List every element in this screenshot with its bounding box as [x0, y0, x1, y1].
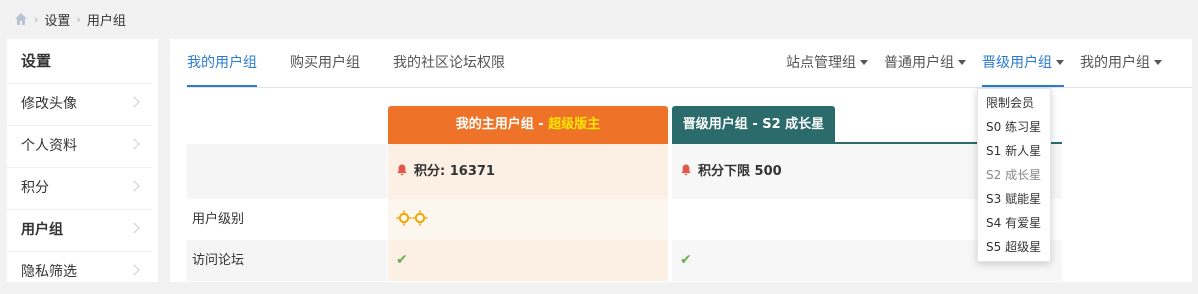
dropdown-item-s3[interactable]: S3 赋能星	[978, 187, 1050, 211]
caret-down-icon	[958, 60, 966, 65]
check-icon: ✔	[396, 252, 408, 268]
sidebar-item-profile[interactable]: 个人资料	[7, 126, 152, 168]
sidebar-title: 设置	[7, 39, 152, 84]
chevron-right-icon	[128, 96, 140, 108]
breadcrumb-settings[interactable]: 设置	[44, 10, 70, 29]
chevron-right-icon	[128, 138, 140, 150]
dropdown-item-s5[interactable]: S5 超级星	[978, 235, 1050, 259]
dropdown-item-s0[interactable]: S0 练习星	[978, 115, 1050, 139]
breadcrumb-separator: ›	[34, 12, 39, 26]
sidebar-item-points[interactable]: 积分	[7, 168, 152, 210]
my-group-name: 超级版主	[548, 117, 601, 132]
dropdown-item-s1[interactable]: S1 新人星	[978, 139, 1050, 163]
sidebar-item-label: 修改头像	[21, 96, 77, 112]
settings-sidebar: 设置 修改头像 个人资料 积分 用户组 隐私筛选	[7, 39, 158, 294]
check-icon: ✔	[680, 252, 692, 268]
my-group-column: 我的主用户组 - 超级版主 积分: 16371 ✔	[388, 106, 668, 282]
breadcrumb-user-group: 用户组	[86, 13, 126, 29]
breadcrumb: › 设置 › 用户组	[14, 9, 126, 29]
home-icon[interactable]	[14, 12, 28, 26]
tab-forum-permissions[interactable]: 我的社区论坛权限	[393, 39, 505, 87]
moon-icon	[683, 212, 689, 224]
row-label-column: 用户级别 访问论坛	[187, 144, 387, 282]
promotion-group-header: 晋级用户组 - S2 成长星	[672, 106, 835, 144]
my-score-text: 积分: 16371	[414, 164, 495, 179]
caret-down-icon	[860, 60, 868, 65]
my-group-header: 我的主用户组 - 超级版主	[388, 106, 668, 144]
dropdown-item-s4[interactable]: S4 有爱星	[978, 211, 1050, 235]
sidebar-item-avatar[interactable]: 修改头像	[7, 84, 152, 126]
my-score-cell: 积分: 16371	[388, 144, 668, 199]
promotion-group-dropdown: 限制会员 S0 练习星 S1 新人星 S2 成长星 S3 赋能星 S4 有爱星 …	[977, 88, 1051, 262]
caret-down-icon	[1056, 60, 1064, 65]
group-menu-promotion[interactable]: 晋级用户组	[982, 39, 1064, 87]
breadcrumb-separator: ›	[76, 12, 81, 26]
group-menu-label: 我的用户组	[1080, 55, 1150, 71]
dropdown-item-restricted[interactable]: 限制会员	[978, 91, 1050, 115]
promotion-score-text: 积分下限 500	[698, 164, 782, 179]
group-menu-label: 晋级用户组	[982, 55, 1052, 71]
sidebar-item-label: 个人资料	[21, 138, 77, 154]
chevron-right-icon	[128, 180, 140, 192]
group-menu-label: 站点管理组	[786, 55, 856, 71]
sidebar-item-user-group[interactable]: 用户组	[7, 210, 152, 252]
bell-icon	[397, 164, 407, 176]
my-level-cell	[388, 199, 668, 240]
group-menu-bar: 站点管理组 普通用户组 晋级用户组 我的用户组	[770, 39, 1162, 87]
tab-buy-groups[interactable]: 购买用户组	[290, 39, 360, 87]
group-menu-normal[interactable]: 普通用户组	[884, 39, 966, 87]
tab-bar: 我的用户组 购买用户组 我的社区论坛权限	[187, 39, 538, 87]
my-group-header-prefix: 我的主用户组 -	[455, 117, 549, 132]
row-label-user-level: 用户级别	[192, 212, 245, 227]
caret-down-icon	[1154, 60, 1162, 65]
group-menu-label: 普通用户组	[884, 55, 954, 71]
row-label-blank	[187, 144, 387, 199]
group-menu-mine[interactable]: 我的用户组	[1080, 39, 1162, 87]
chevron-right-icon	[128, 264, 140, 276]
row-label-forum-access: 访问论坛	[187, 240, 387, 281]
group-menu-site-admin[interactable]: 站点管理组	[786, 39, 868, 87]
chevron-right-icon	[128, 222, 140, 234]
sun-icon	[396, 210, 412, 226]
sidebar-item-privacy[interactable]: 隐私筛选	[7, 252, 152, 294]
tab-my-groups[interactable]: 我的用户组	[187, 39, 257, 87]
bell-icon	[681, 164, 691, 176]
sidebar-item-label: 隐私筛选	[21, 264, 77, 280]
sun-icon	[412, 210, 428, 226]
dropdown-item-s2[interactable]: S2 成长星	[978, 163, 1050, 187]
sidebar-item-label: 用户组	[21, 222, 63, 238]
my-forum-access-cell: ✔	[388, 240, 668, 281]
sidebar-item-label: 积分	[21, 180, 49, 196]
